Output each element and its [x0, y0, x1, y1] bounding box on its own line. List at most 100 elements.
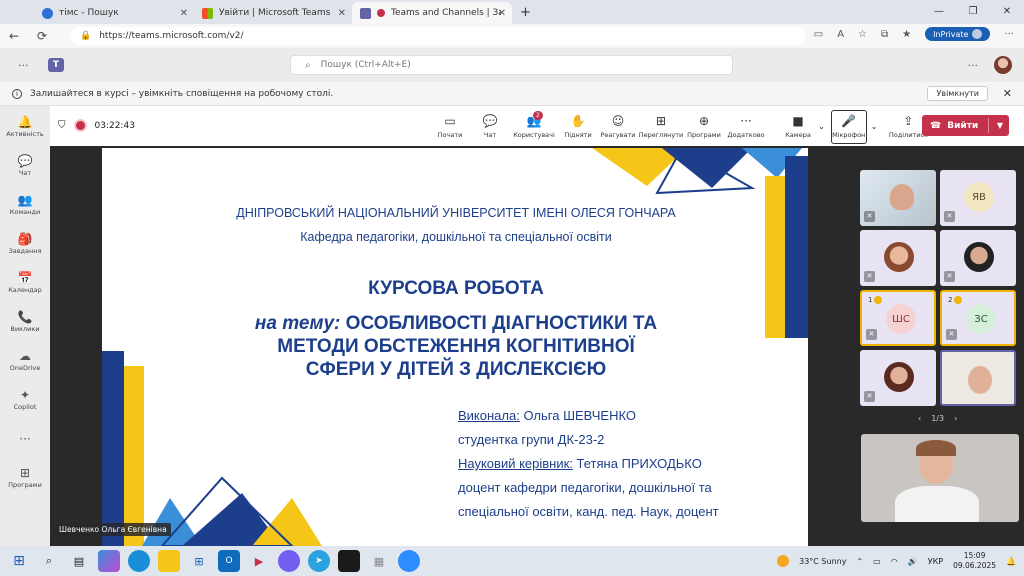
tab-label: тімс - Пошук — [59, 8, 119, 18]
decor-bar-blue-right — [785, 156, 808, 338]
viber-icon[interactable] — [278, 550, 300, 572]
decor-bar-yellow-left — [124, 366, 144, 546]
whiteboard-icon: ▭ — [444, 114, 456, 128]
rail-item-calls[interactable]: 📞 Виклики — [0, 303, 50, 340]
chevron-left-icon[interactable]: ‹ — [918, 414, 921, 423]
user-avatar[interactable] — [994, 56, 1012, 74]
favorite-icon[interactable]: ☆ — [858, 29, 867, 40]
rail-item-more[interactable]: ··· — [0, 420, 50, 457]
back-icon[interactable]: ← — [0, 29, 28, 43]
menu-icon[interactable]: ··· — [1004, 29, 1014, 40]
notification-bell-icon[interactable]: 🔔 — [1006, 557, 1016, 566]
close-icon[interactable]: ✕ — [180, 8, 188, 19]
app-icon[interactable] — [338, 550, 360, 572]
tool-chat[interactable]: 💬 Чат — [470, 110, 510, 144]
address-bar-actions: ▭ A ☆ ⧉ ★ InPrivate ··· — [814, 27, 1014, 41]
media-player-icon[interactable]: ▶ — [248, 550, 270, 572]
favorites-bar-icon[interactable]: ★ — [902, 29, 911, 40]
leave-button[interactable]: ☎ Вийти ▼ — [922, 115, 1009, 136]
more-icon[interactable]: ··· — [968, 59, 979, 72]
rail-item-chat[interactable]: 💬 Чат — [0, 147, 50, 184]
window-controls: — ❐ ✕ — [922, 0, 1024, 24]
keyboard-language[interactable]: УКР — [928, 557, 943, 566]
weather-text[interactable]: 33°C Sunny — [799, 557, 846, 566]
tool-react[interactable]: ☺ Реагувати — [598, 110, 638, 144]
task-view-icon[interactable]: ▤ — [68, 550, 90, 572]
tool-view[interactable]: ⊞ Переглянути — [638, 110, 684, 144]
more-icon[interactable]: ··· — [18, 59, 29, 72]
participant-tile[interactable]: ✕ — [940, 230, 1016, 286]
close-icon[interactable]: ✕ — [498, 8, 506, 19]
file-explorer-icon[interactable] — [158, 550, 180, 572]
rail-item-calendar[interactable]: 📅 Календар — [0, 264, 50, 301]
meeting-toolbar: ⛉ 03:22:43 ▭ Почати 💬 Чат 👥 2 Користувачі ✋ П… — [50, 106, 1024, 146]
tool-microphone[interactable]: 🎤 Мікрофон — [830, 110, 867, 144]
participant-tile[interactable]: 1 ШС ✕ — [860, 290, 936, 346]
wifi-icon[interactable]: ◠ — [891, 557, 898, 566]
participant-tile[interactable] — [940, 350, 1016, 406]
volume-icon[interactable]: 🔊 — [908, 557, 918, 566]
search-icon[interactable]: ⌕ — [38, 550, 60, 572]
rail-item-onedrive[interactable]: ☁ OneDrive — [0, 342, 50, 379]
participant-tile[interactable]: ✕ — [860, 170, 936, 226]
mic-options-chevron-icon[interactable]: ⌄ — [871, 122, 878, 144]
timer-text: 03:22:43 — [94, 120, 135, 131]
tool-apps[interactable]: ⊕ Програми — [684, 110, 724, 144]
enable-notifications-button[interactable]: Увімкнути — [927, 86, 988, 101]
rail-item-teams[interactable]: 👥 Команди — [0, 186, 50, 223]
search-input[interactable]: ⌕ Пошук (Ctrl+Alt+E) — [290, 55, 733, 75]
network-icon[interactable]: ▭ — [873, 557, 881, 566]
rail-item-apps[interactable]: ⊞ Програми — [0, 459, 50, 496]
self-view-video[interactable] — [861, 434, 1019, 522]
camera-options-chevron-icon[interactable]: ⌄ — [818, 122, 825, 144]
camera-permission-icon[interactable]: ▭ — [814, 29, 823, 40]
rail-item-assignments[interactable]: 🎒 Завдання — [0, 225, 50, 262]
rail-item-copilot[interactable]: ✦ Copilot — [0, 381, 50, 418]
chevron-down-icon[interactable]: ▼ — [997, 121, 1003, 130]
participant-tile[interactable]: 2 ЗС ✕ — [940, 290, 1016, 346]
zoom-icon[interactable] — [398, 550, 420, 572]
browser-tab-teams-login[interactable]: Увійти | Microsoft Teams ✕ — [194, 2, 352, 24]
notification-banner: i Залишайтеся в курсі – увімкніть сповіщ… — [0, 82, 1024, 106]
close-icon[interactable]: ✕ — [1003, 87, 1012, 100]
close-icon[interactable]: ✕ — [338, 8, 346, 19]
url-field[interactable]: 🔒 https://teams.microsoft.com/v2/ — [70, 27, 805, 45]
browser-tab-search[interactable]: тімс - Пошук ✕ — [34, 2, 194, 24]
store-icon[interactable]: ⊞ — [188, 550, 210, 572]
raise-hand-icon: ✋ — [570, 114, 586, 128]
browser-tab-teams-meeting[interactable]: Teams and Channels | Захис ✕ — [352, 2, 512, 24]
phone-icon: 📞 — [17, 309, 33, 324]
chevron-right-icon[interactable]: › — [954, 414, 957, 423]
windows-start-icon[interactable]: ⊞ — [8, 550, 30, 572]
read-aloud-icon[interactable]: A — [837, 29, 844, 40]
participant-tile[interactable]: ✕ — [860, 230, 936, 286]
microphone-icon: 🎤 — [841, 114, 857, 128]
inprivate-badge[interactable]: InPrivate — [925, 27, 991, 41]
clock[interactable]: 15:09 09.06.2025 — [953, 551, 996, 571]
maximize-icon[interactable]: ❐ — [956, 0, 990, 24]
copilot-icon[interactable] — [98, 550, 120, 572]
app-icon[interactable]: ▦ — [368, 550, 390, 572]
participant-tile[interactable]: ✕ — [860, 350, 936, 406]
collections-icon[interactable]: ⧉ — [881, 29, 888, 40]
decor-bar-blue-left — [102, 351, 124, 546]
outlook-icon[interactable]: O — [218, 550, 240, 572]
slide-department: Кафедра педагогіки, дошкільної та спеціа… — [300, 230, 612, 244]
tray-chevron-icon[interactable]: ⌃ — [856, 557, 863, 566]
participant-photo — [884, 362, 914, 392]
rail-item-activity[interactable]: 🔔 Активність — [0, 108, 50, 145]
minimize-icon[interactable]: — — [922, 0, 956, 24]
participant-tile[interactable]: ЯВ ✕ — [940, 170, 1016, 226]
tool-more[interactable]: ··· Додатково — [724, 110, 768, 144]
tool-people[interactable]: 👥 2 Користувачі — [510, 110, 558, 144]
refresh-icon[interactable]: ⟳ — [28, 29, 56, 43]
tool-start[interactable]: ▭ Почати — [430, 110, 470, 144]
telegram-icon[interactable]: ➤ — [308, 550, 330, 572]
tool-camera[interactable]: ■ Камера — [778, 110, 818, 144]
tool-raise-hand[interactable]: ✋ Підняти — [558, 110, 598, 144]
close-window-icon[interactable]: ✕ — [990, 0, 1024, 24]
new-tab-button[interactable]: + — [520, 5, 531, 20]
edge-icon[interactable] — [128, 550, 150, 572]
weather-icon[interactable] — [777, 555, 790, 567]
performed-value: Ольга ШЕВЧЕНКО — [519, 408, 637, 423]
